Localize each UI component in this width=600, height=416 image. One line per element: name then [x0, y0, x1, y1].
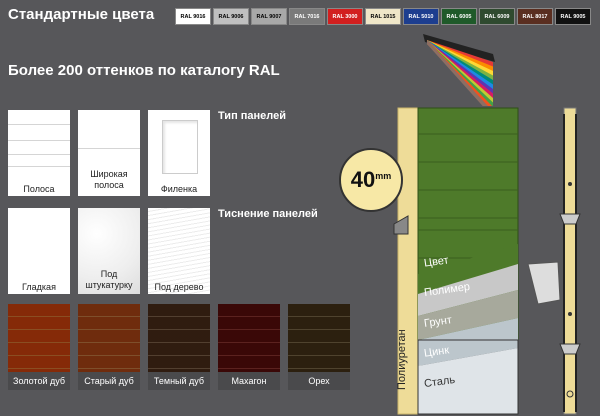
ral-swatch: RAL 6009: [479, 8, 515, 25]
ral-swatch: RAL 5010: [403, 8, 439, 25]
embossing-label: Под штукатурку: [85, 269, 133, 290]
panel-type-label: Широкая полоса: [90, 169, 128, 190]
wood-finish-tile: Орех: [288, 304, 350, 390]
ral-swatch: RAL 1015: [365, 8, 401, 25]
thickness-badge: 40 mm: [339, 148, 403, 212]
panel-type-label: Полоса: [23, 183, 55, 194]
wood-finish-tile: Старый дуб: [78, 304, 140, 390]
ral-swatch: RAL 9006: [213, 8, 249, 25]
embossing-tile: Гладкая: [8, 208, 70, 294]
ral-swatch: RAL 8017: [517, 8, 553, 25]
wood-finish-label: Орех: [288, 372, 350, 390]
thickness-value: 40: [350, 167, 376, 192]
embossing-tile: Под дерево: [148, 208, 210, 294]
ral-fan-deck-icon: [423, 34, 495, 106]
panel-type-tile: Полоса: [8, 110, 70, 196]
ral-swatch: RAL 3000: [327, 8, 363, 25]
wood-finish-label: Махагон: [218, 372, 280, 390]
embossing-label: Гладкая: [22, 281, 56, 292]
page-subtitle: Более 200 оттенков по каталогу RAL: [8, 62, 280, 79]
raised-panel-shape: [162, 120, 198, 174]
ral-swatch: RAL 6005: [441, 8, 477, 25]
ral-swatch: RAL 9005: [555, 8, 591, 25]
panel-cross-section: [393, 107, 581, 415]
thickness-unit: mm: [375, 171, 392, 181]
panel-type-tile: Широкая полоса: [78, 110, 140, 196]
ral-swatch-bar: RAL 9016 RAL 9006 RAL 9007 RAL 7016 RAL 3000…: [175, 8, 591, 25]
panel-type-tile: Филенка: [148, 110, 210, 196]
wood-finish-label: Темный дуб: [148, 372, 210, 390]
page-title: Стандартные цвета: [8, 6, 155, 23]
wood-finish-label: Старый дуб: [78, 372, 140, 390]
insulation-label: Полиуретан: [396, 329, 408, 390]
embossing-tile: Под штукатурку: [78, 208, 140, 294]
ral-swatch: RAL 9016: [175, 8, 211, 25]
wood-finish-label: Золотой дуб: [8, 372, 70, 390]
side-profile: [563, 107, 577, 415]
seal-profile: [527, 261, 561, 305]
ral-swatch: RAL 9007: [251, 8, 287, 25]
embossing-label: Под дерево: [154, 281, 204, 292]
panel-types-heading: Тип панелей: [218, 110, 287, 122]
panel-type-label: Филенка: [160, 183, 198, 194]
wood-finish-tile: Темный дуб: [148, 304, 210, 390]
embossing-heading: Тиснение панелей: [218, 208, 318, 220]
wood-finish-tile: Махагон: [218, 304, 280, 390]
ral-swatch: RAL 7016: [289, 8, 325, 25]
wood-finish-tile: Золотой дуб: [8, 304, 70, 390]
